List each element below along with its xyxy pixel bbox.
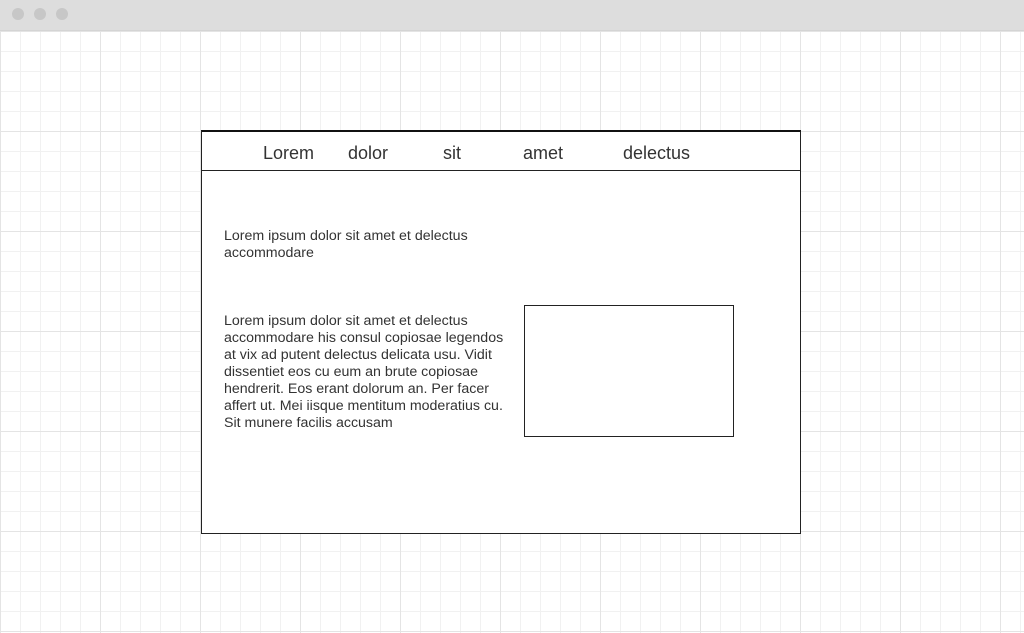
intro-text: Lorem ipsum dolor sit amet et delectus a… bbox=[224, 228, 468, 261]
body-text: Lorem ipsum dolor sit amet et delectus a… bbox=[224, 313, 504, 431]
nav-item-delectus[interactable]: delectus bbox=[623, 143, 690, 163]
close-window-icon[interactable] bbox=[12, 8, 24, 20]
nav-item-amet[interactable]: amet bbox=[523, 143, 563, 163]
minimize-window-icon[interactable] bbox=[34, 8, 46, 20]
nav-bar: Lorem dolor sit amet delectus bbox=[202, 132, 800, 171]
wireframe-page: Lorem dolor sit amet delectus Lorem ipsu… bbox=[201, 130, 801, 534]
nav-item-sit[interactable]: sit bbox=[443, 143, 461, 163]
maximize-window-icon[interactable] bbox=[56, 8, 68, 20]
nav-item-lorem[interactable]: Lorem bbox=[263, 143, 314, 163]
image-placeholder bbox=[524, 305, 734, 437]
nav-item-dolor[interactable]: dolor bbox=[348, 143, 388, 163]
window-titlebar bbox=[0, 0, 1024, 31]
